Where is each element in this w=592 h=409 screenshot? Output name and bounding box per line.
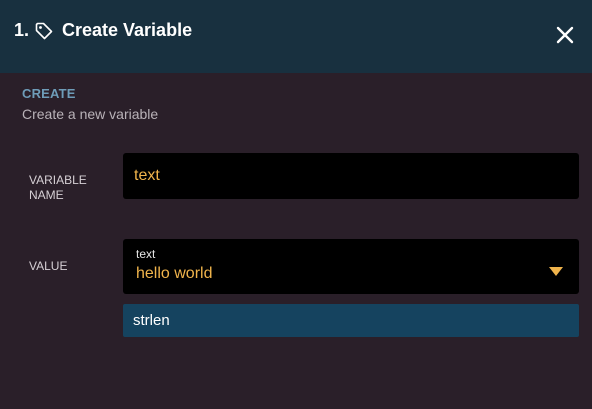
close-icon[interactable] (552, 22, 578, 48)
tag-icon (34, 21, 54, 41)
section-description: Create a new variable (22, 106, 159, 122)
dialog-header: 1. Create Variable (0, 0, 592, 73)
value-text: hello world (136, 265, 213, 282)
variable-name-label: VARIABLE NAME (29, 173, 87, 202)
suggestion-item[interactable]: strlen (123, 304, 579, 337)
value-type-label: text (136, 247, 156, 261)
section-label: CREATE (22, 86, 76, 101)
step-number: 1. (14, 20, 30, 40)
value-select[interactable]: text hello world (123, 239, 579, 294)
dialog-title: Create Variable (62, 20, 193, 40)
variable-name-input[interactable]: text (123, 153, 579, 199)
caret-down-icon (549, 263, 563, 276)
value-label: VALUE (29, 259, 68, 273)
